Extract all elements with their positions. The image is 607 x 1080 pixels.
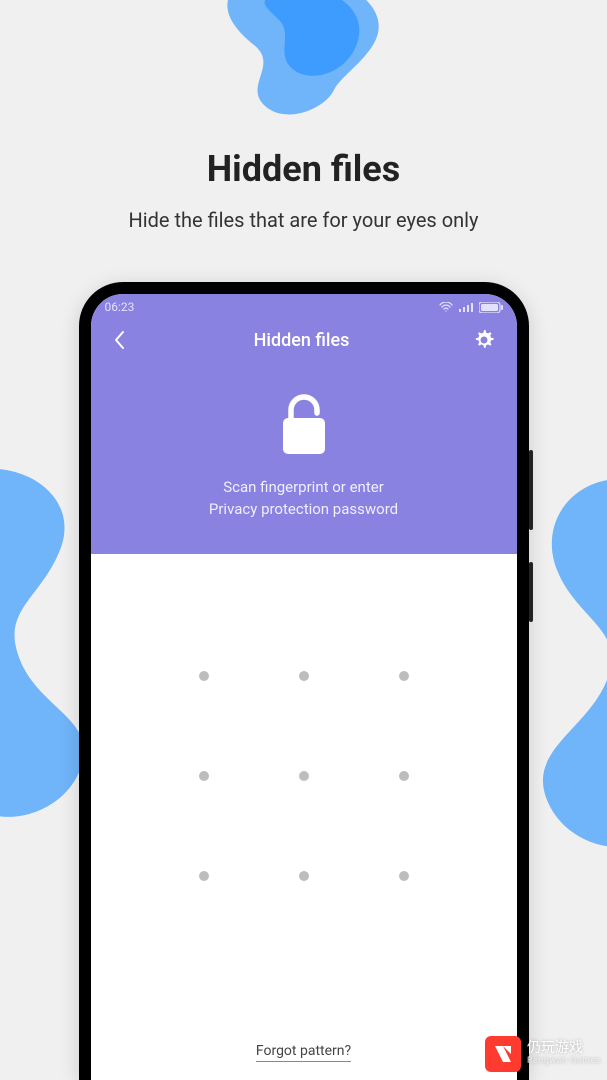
pattern-dot[interactable] [354, 826, 454, 926]
pattern-unlock-area[interactable]: Forgot pattern? [91, 554, 517, 1080]
forgot-pattern-link[interactable]: Forgot pattern? [256, 1043, 351, 1062]
pattern-dot[interactable] [354, 726, 454, 826]
wifi-icon [439, 302, 453, 312]
promo-title: Hidden files [0, 148, 607, 190]
lock-prompt: Scan fingerprint or enter Privacy protec… [91, 394, 517, 518]
lock-instruction-line2: Privacy protection password [91, 500, 517, 518]
watermark-text-en: Rengwan Games [527, 1057, 601, 1067]
pattern-dot[interactable] [154, 726, 254, 826]
pattern-grid[interactable] [154, 626, 454, 926]
promo-heading: Hidden files Hide the files that are for… [0, 148, 607, 232]
pattern-dot[interactable] [254, 626, 354, 726]
signal-icon [459, 302, 473, 312]
back-button[interactable] [105, 326, 133, 354]
status-time: 06:23 [105, 300, 135, 314]
phone-side-button [529, 562, 533, 622]
phone-mockup: 06:23 Hidden files [79, 282, 529, 1080]
gear-icon [474, 330, 494, 350]
pattern-dot[interactable] [154, 826, 254, 926]
phone-side-button [529, 450, 533, 530]
promo-subtitle: Hide the files that are for your eyes on… [0, 208, 607, 232]
pattern-dot[interactable] [254, 826, 354, 926]
screen-title: Hidden files [254, 330, 350, 351]
chevron-left-icon [113, 330, 125, 350]
pattern-dot[interactable] [154, 626, 254, 726]
settings-button[interactable] [470, 326, 498, 354]
pattern-dot[interactable] [354, 626, 454, 726]
ink-decoration-top [184, 0, 424, 130]
unlock-icon [277, 394, 331, 456]
watermark-text-cn: 仍玩游戏 [527, 1041, 601, 1056]
app-header: 06:23 Hidden files [91, 294, 517, 554]
status-bar: 06:23 [91, 294, 517, 316]
lock-instruction-line1: Scan fingerprint or enter [91, 478, 517, 496]
battery-icon [479, 302, 503, 313]
watermark-logo [485, 1036, 521, 1072]
pattern-dot[interactable] [254, 726, 354, 826]
phone-screen: 06:23 Hidden files [91, 294, 517, 1080]
watermark: 仍玩游戏 Rengwan Games [485, 1036, 601, 1072]
